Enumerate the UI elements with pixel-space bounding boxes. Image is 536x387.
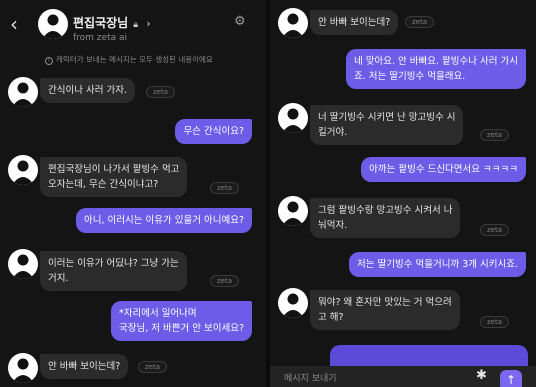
- bot-avatar[interactable]: [8, 353, 38, 383]
- title-group[interactable]: 편집국장님 🔒︎ › from zeta ai: [73, 12, 151, 43]
- bot-avatar[interactable]: [278, 103, 308, 133]
- ai-notice-text: 캐릭터가 보내는 메시지는 모두 생성된 내용이에요: [56, 55, 213, 64]
- bot-avatar[interactable]: [8, 155, 38, 185]
- message-input[interactable]: 메시지 보내기: [284, 371, 337, 384]
- message-line: 너 딸기빙수 시키면 난 망고빙수 시: [318, 112, 456, 123]
- message-line: 킬거야.: [318, 127, 348, 138]
- bot-avatar[interactable]: [278, 196, 308, 226]
- user-message[interactable]: *자리에서 일어나며국장님, 저 바쁜거 안 보이세요?: [110, 301, 252, 341]
- bot-message[interactable]: 간식이나 사러 가자.: [40, 78, 135, 103]
- zeta-tag: zeta: [210, 182, 240, 194]
- message-line: 이러는 이유가 어딨냐? 그냥 가는: [48, 258, 179, 269]
- bot-message[interactable]: 이러는 이유가 어딨냐? 그냥 가는거지.: [40, 251, 187, 291]
- bot-avatar[interactable]: [278, 288, 308, 318]
- chat-panel-left: ‹ 편집국장님 🔒︎ › from zeta ai ⚙ ! 캐릭터가 보내는 메시…: [0, 0, 266, 387]
- app-root: ‹ 편집국장님 🔒︎ › from zeta ai ⚙ ! 캐릭터가 보내는 메시…: [0, 0, 536, 387]
- message-line: 편집국장님이 나가서 팥빙수 먹고: [48, 164, 180, 175]
- message-line: 네 맞아요. 안 바빠요. 팥빙수나 사러 가시: [354, 56, 518, 67]
- message-line: 국장님, 저 바쁜거 안 보이세요?: [118, 323, 244, 334]
- bot-message[interactable]: 편집국장님이 나가서 팥빙수 먹고오자는데, 무슨 간식이냐고?: [40, 157, 188, 197]
- message-line: 죠. 저는 딸기빙수 먹을래요.: [354, 71, 466, 82]
- bot-message[interactable]: 너 딸기빙수 시키면 난 망고빙수 시킬거야.: [310, 105, 464, 145]
- lock-icon: 🔒︎: [133, 20, 139, 30]
- message-line: *자리에서 일어나며: [118, 308, 197, 319]
- user-message[interactable]: 네 맞아요. 안 바빠요. 팥빙수나 사러 가시죠. 저는 딸기빙수 먹을래요.: [346, 49, 526, 89]
- bot-message[interactable]: 그럼 팥빙수랑 망고빙수 시켜서 나눠먹자.: [310, 198, 461, 238]
- message-line: 뭐야? 왜 혼자만 맛있는 거 먹으려: [318, 297, 452, 308]
- send-button[interactable]: ↑: [500, 370, 522, 387]
- message-line: 간식이나 사러 가자.: [48, 85, 127, 96]
- asterisk-action-icon[interactable]: ✱: [476, 368, 487, 383]
- message-line: 아니, 이러시는 이유가 있을거 아니예요?: [84, 215, 244, 226]
- bot-message[interactable]: 뭐야? 왜 혼자만 맛있는 거 먹으려고 해?: [310, 290, 460, 330]
- zeta-tag: zeta: [480, 316, 510, 328]
- message-line: 안 바빠 보이는데?: [318, 17, 391, 28]
- chat-subtitle: from zeta ai: [73, 33, 127, 43]
- user-message[interactable]: 저는 딸기빙수 먹을거니까 3개 시키시죠.: [349, 252, 526, 277]
- message-line: 거지.: [48, 273, 69, 284]
- zeta-tag: zeta: [405, 16, 435, 28]
- chat-title: 편집국장님: [73, 16, 129, 30]
- message-line: 고 해?: [318, 312, 344, 323]
- bot-message[interactable]: 안 바빠 보이는데?: [40, 354, 129, 379]
- user-message[interactable]: 아니, 이러시는 이유가 있을거 아니예요?: [76, 208, 252, 233]
- message-line: 무슨 간식이요?: [183, 126, 244, 137]
- zeta-tag: zeta: [210, 275, 240, 287]
- message-line: 오자는데, 무슨 간식이냐고?: [48, 179, 159, 190]
- zeta-tag: zeta: [480, 129, 510, 141]
- user-message[interactable]: 아까는 팥빙수 드신다면서요 ㅋㅋㅋㅋ: [361, 157, 526, 182]
- info-icon: !: [45, 57, 53, 65]
- message-line: 안 바빠 보이는데?: [48, 361, 121, 372]
- zeta-tag: zeta: [138, 361, 168, 373]
- message-line: 그럼 팥빙수랑 망고빙수 시켜서 나: [318, 205, 453, 216]
- back-arrow-icon[interactable]: ‹: [10, 12, 18, 36]
- message-line: 눠먹자.: [318, 220, 348, 231]
- zeta-tag: zeta: [146, 86, 176, 98]
- chat-panel-right: 안 바빠 보이는데? zeta 네 맞아요. 안 바빠요. 팥빙수나 사러 가시죠.…: [270, 0, 536, 387]
- user-message[interactable]: 무슨 간식이요?: [175, 119, 252, 144]
- message-line: 아까는 팥빙수 드신다면서요 ㅋㅋㅋㅋ: [369, 164, 518, 175]
- message-line: 저는 딸기빙수 먹을거니까 3개 시키시죠.: [357, 259, 518, 270]
- settings-icon[interactable]: ⚙: [234, 14, 246, 29]
- ai-notice: ! 캐릭터가 보내는 메시지는 모두 생성된 내용이에요: [45, 54, 213, 65]
- bot-message[interactable]: 안 바빠 보이는데?: [310, 10, 399, 35]
- bot-avatar[interactable]: [8, 77, 38, 107]
- avatar[interactable]: [38, 9, 68, 39]
- chevron-right-icon: ›: [146, 17, 151, 30]
- message-input-bar: 메시지 보내기 ✱ ↑: [270, 366, 536, 387]
- chat-header: ‹ 편집국장님 🔒︎ › from zeta ai ⚙: [0, 0, 266, 48]
- bot-avatar[interactable]: [8, 249, 38, 279]
- zeta-tag: zeta: [480, 224, 510, 236]
- bot-avatar[interactable]: [278, 8, 308, 38]
